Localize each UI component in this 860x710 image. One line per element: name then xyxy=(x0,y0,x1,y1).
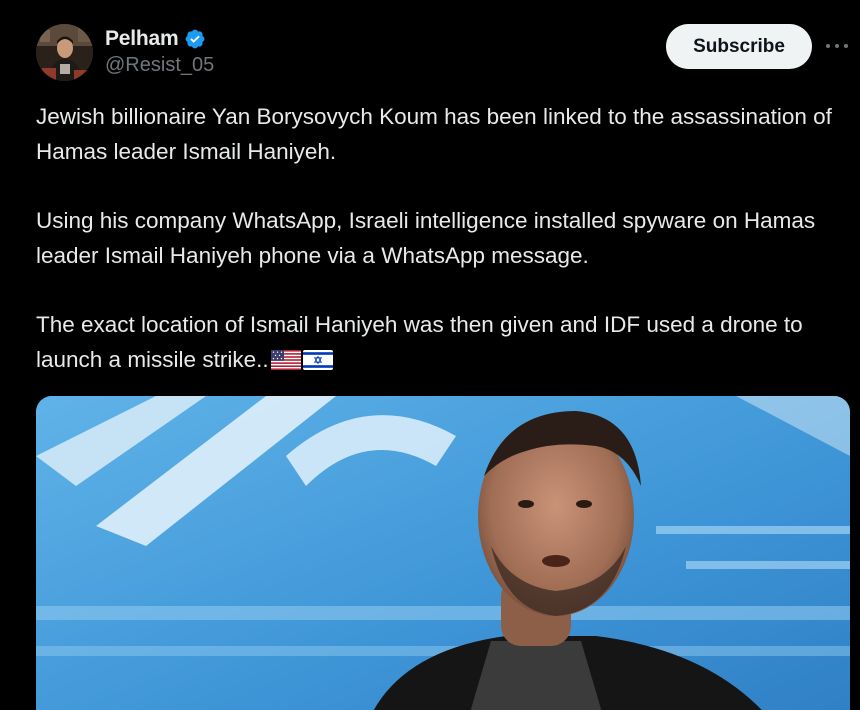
author-block: Pelham @Resist_05 xyxy=(105,26,214,77)
post-media-image[interactable] xyxy=(36,396,850,710)
post-paragraph-2: Using his company WhatsApp, Israeli inte… xyxy=(36,208,816,268)
post-text: Jewish billionaire Yan Borysovych Koum h… xyxy=(36,100,836,377)
subscribe-button[interactable]: Subscribe xyxy=(666,24,812,69)
more-horizontal-icon[interactable] xyxy=(822,36,852,56)
post-paragraph-3: The exact location of Ismail Haniyeh was… xyxy=(36,308,836,377)
post-paragraph-1: Jewish billionaire Yan Borysovych Koum h… xyxy=(36,104,832,164)
flag-us-icon xyxy=(270,349,301,370)
verified-badge-icon xyxy=(185,29,204,49)
post-card: Pelham @Resist_05 Subscribe Jewish billi… xyxy=(0,0,860,710)
avatar[interactable] xyxy=(36,24,93,81)
flag-israel-icon xyxy=(302,349,333,370)
name-row: Pelham xyxy=(105,26,214,52)
post-paragraph-3-text: The exact location of Ismail Haniyeh was… xyxy=(36,312,803,372)
handle[interactable]: @Resist_05 xyxy=(105,54,214,77)
display-name[interactable]: Pelham xyxy=(105,27,179,51)
